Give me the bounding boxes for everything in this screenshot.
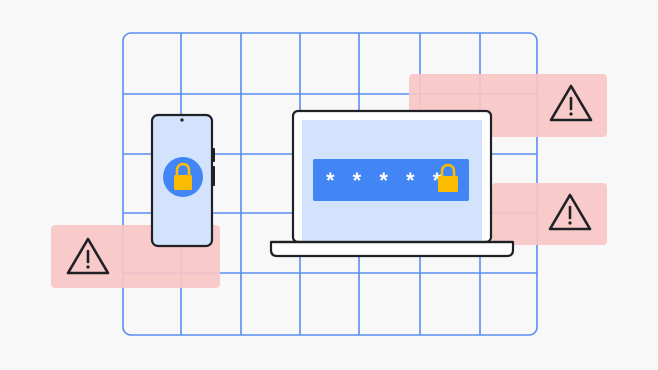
warning-box-mid-right <box>492 183 607 245</box>
phone-camera <box>180 118 184 122</box>
security-illustration: * * * * * <box>51 32 607 336</box>
illustration: * * * * * <box>0 0 658 370</box>
password-field: * * * * * <box>313 159 469 201</box>
password-mask: * * * * * <box>326 168 447 193</box>
phone <box>150 113 215 248</box>
laptop-base <box>269 240 515 258</box>
